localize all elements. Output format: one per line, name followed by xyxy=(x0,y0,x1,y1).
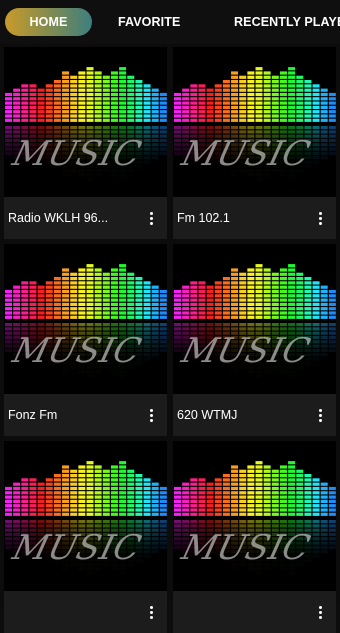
equalizer-graphic: MUSIC xyxy=(4,67,167,197)
card-footer xyxy=(173,591,336,633)
equalizer-graphic: MUSIC xyxy=(173,461,336,591)
station-card[interactable]: MUSIC Fonz Fm xyxy=(4,244,167,436)
music-watermark: MUSIC xyxy=(8,134,145,173)
tab-home[interactable]: HOME xyxy=(5,8,92,36)
equalizer-graphic: MUSIC xyxy=(173,67,336,197)
station-artwork: MUSIC xyxy=(4,47,167,197)
station-title: Radio WKLH 96... xyxy=(8,211,109,225)
station-title: Fm 102.1 xyxy=(177,211,230,225)
more-vert-icon[interactable] xyxy=(141,405,161,425)
station-title: Fonz Fm xyxy=(8,408,58,422)
station-card[interactable]: MUSIC xyxy=(4,441,167,633)
card-footer xyxy=(4,591,167,633)
tab-favorite[interactable]: FAVORITE xyxy=(118,8,180,36)
station-artwork: MUSIC xyxy=(173,441,336,591)
more-vert-icon[interactable] xyxy=(310,405,330,425)
card-footer: Fm 102.1 xyxy=(173,197,336,239)
card-footer: 620 WTMJ xyxy=(173,394,336,436)
station-title: 620 WTMJ xyxy=(177,408,238,422)
station-artwork: MUSIC xyxy=(4,244,167,394)
more-vert-icon[interactable] xyxy=(310,602,330,622)
tab-recently-played[interactable]: RECENTLY PLAYED xyxy=(234,8,340,36)
music-watermark: MUSIC xyxy=(177,134,314,173)
equalizer-graphic: MUSIC xyxy=(173,264,336,394)
more-vert-icon[interactable] xyxy=(310,208,330,228)
station-artwork: MUSIC xyxy=(173,47,336,197)
more-vert-icon[interactable] xyxy=(141,208,161,228)
station-card[interactable]: MUSIC xyxy=(173,441,336,633)
music-watermark: MUSIC xyxy=(8,331,145,370)
tab-bar: HOME FAVORITE RECENTLY PLAYED xyxy=(0,0,340,44)
station-card[interactable]: MUSIC Radio WKLH 96... xyxy=(4,47,167,239)
card-footer: Fonz Fm xyxy=(4,394,167,436)
equalizer-graphic: MUSIC xyxy=(4,264,167,394)
station-artwork: MUSIC xyxy=(173,244,336,394)
station-grid: MUSIC Radio WKLH 96... MUSIC Fm 102.1 MU… xyxy=(0,44,340,633)
equalizer-graphic: MUSIC xyxy=(4,461,167,591)
more-vert-icon[interactable] xyxy=(141,602,161,622)
music-watermark: MUSIC xyxy=(177,331,314,370)
station-artwork: MUSIC xyxy=(4,441,167,591)
station-card[interactable]: MUSIC Fm 102.1 xyxy=(173,47,336,239)
station-card[interactable]: MUSIC 620 WTMJ xyxy=(173,244,336,436)
card-footer: Radio WKLH 96... xyxy=(4,197,167,239)
music-watermark: MUSIC xyxy=(8,528,145,567)
music-watermark: MUSIC xyxy=(177,528,314,567)
